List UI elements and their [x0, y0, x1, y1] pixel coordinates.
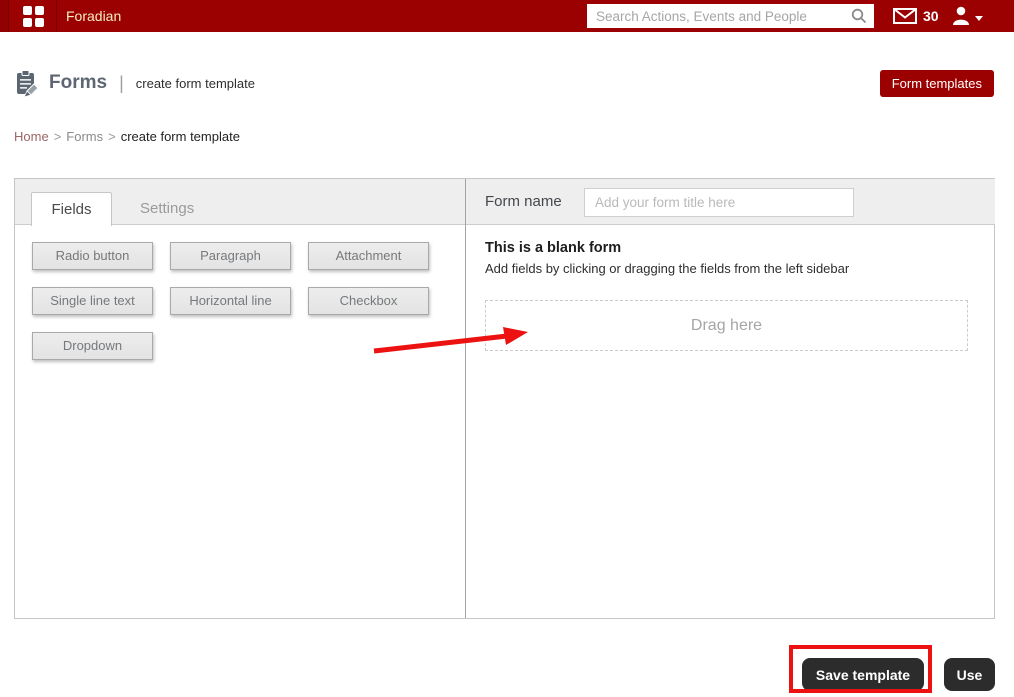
field-button-checkbox[interactable]: Checkbox [308, 287, 429, 315]
field-button-dropdown[interactable]: Dropdown [32, 332, 153, 360]
forms-module-icon [14, 69, 39, 97]
apps-grid-button[interactable] [10, 0, 57, 32]
breadcrumb-separator: > [53, 129, 62, 144]
user-icon [951, 5, 971, 26]
form-name-label: Form name [485, 193, 562, 210]
field-buttons-area: Radio button Paragraph Attachment Single li… [15, 225, 465, 377]
form-body: This is a blank form Add fields by click… [466, 225, 995, 351]
search-input[interactable] [587, 8, 851, 24]
breadcrumb-forms[interactable]: Forms [66, 129, 103, 144]
use-button[interactable]: Use [944, 658, 995, 691]
breadcrumb-home[interactable]: Home [14, 129, 49, 144]
page-subtitle: create form template [135, 75, 255, 91]
mail-icon [893, 8, 917, 24]
user-menu-button[interactable] [951, 0, 983, 32]
form-preview-pane: Form name This is a blank form Add field… [466, 179, 995, 618]
page-title: Forms [49, 72, 108, 93]
title-separator: | [119, 72, 124, 93]
page-header: Forms | create form template Form templa… [14, 68, 994, 98]
messages-count-badge: 30 [923, 8, 939, 24]
blank-form-title: This is a blank form [485, 240, 622, 256]
field-button-single-line-text[interactable]: Single line text [32, 287, 153, 315]
field-button-attachment[interactable]: Attachment [308, 242, 429, 270]
tab-settings[interactable]: Settings [140, 192, 194, 226]
form-name-input[interactable] [584, 188, 854, 217]
form-templates-button[interactable]: Form templates [879, 69, 994, 97]
breadcrumb: Home > Forms > create form template [14, 129, 240, 144]
blank-form-subtitle: Add fields by clicking or dragging the f… [485, 261, 850, 276]
fields-sidebar: Fields Settings Radio button Paragraph Att… [15, 179, 466, 618]
save-template-button[interactable]: Save template [802, 658, 924, 691]
brand-logo[interactable]: Foradian [66, 0, 121, 32]
screen: Foradian 30 [0, 0, 1014, 697]
tab-fields[interactable]: Fields [31, 192, 112, 226]
topbar: Foradian 30 [0, 0, 1014, 32]
breadcrumb-separator: > [108, 129, 116, 144]
drag-drop-zone[interactable]: Drag here [485, 300, 968, 351]
global-search [587, 4, 874, 28]
form-name-bar: Form name [466, 179, 995, 225]
field-button-horizontal-line[interactable]: Horizontal line [170, 287, 291, 315]
breadcrumb-current: create form template [120, 129, 240, 144]
field-button-paragraph[interactable]: Paragraph [170, 242, 291, 270]
search-icon[interactable] [851, 8, 867, 24]
form-builder-panel: Fields Settings Radio button Paragraph Att… [14, 178, 995, 619]
drag-here-label: Drag here [690, 316, 763, 334]
field-button-radio-button[interactable]: Radio button [32, 242, 153, 270]
sidebar-tabbar: Fields Settings [15, 179, 465, 226]
apps-grid-icon [22, 5, 44, 27]
messages-button[interactable]: 30 [893, 0, 939, 32]
topbar-edge-strip [0, 0, 9, 32]
chevron-down-icon [975, 16, 983, 21]
